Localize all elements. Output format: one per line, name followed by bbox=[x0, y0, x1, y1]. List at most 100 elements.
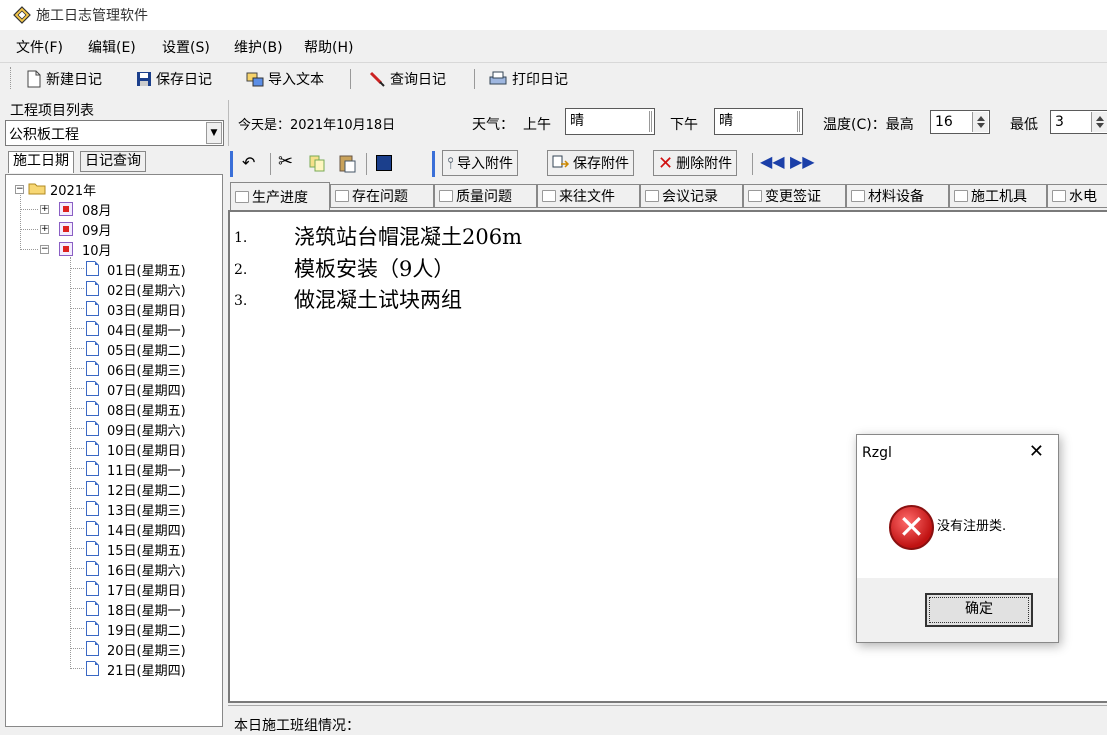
tree-day-item[interactable]: 07日(星期四) bbox=[107, 380, 186, 399]
tree-day-item[interactable]: 17日(星期日) bbox=[107, 580, 186, 599]
menu-settings[interactable]: 设置(S) bbox=[162, 37, 210, 57]
tree-day-item[interactable]: 11日(星期一) bbox=[107, 460, 186, 479]
print-diary-button[interactable]: 打印日记 bbox=[488, 69, 568, 89]
save-diary-button[interactable]: 保存日记 bbox=[136, 69, 212, 89]
tree-month-10[interactable]: 10月 bbox=[82, 240, 112, 259]
tree-day-item[interactable]: 05日(星期二) bbox=[107, 340, 186, 359]
menu-file[interactable]: 文件(F) bbox=[16, 37, 63, 57]
close-icon[interactable]: ✕ bbox=[1029, 441, 1044, 462]
tree-day-item[interactable]: 14日(星期四) bbox=[107, 520, 186, 539]
document-icon bbox=[86, 381, 99, 396]
pm-weather-value: 晴 bbox=[719, 113, 733, 129]
tree-day-item[interactable]: 02日(星期六) bbox=[107, 280, 186, 299]
menu-edit[interactable]: 编辑(E) bbox=[88, 37, 136, 57]
tree-year[interactable]: 2021年 bbox=[50, 180, 96, 199]
pm-label: 下午 bbox=[670, 117, 698, 133]
tab-meeting-records[interactable]: 会议记录 bbox=[640, 184, 743, 208]
import-attachment-label: 导入附件 bbox=[456, 156, 513, 172]
tree-connector bbox=[70, 408, 84, 409]
tab-materials-equipment[interactable]: 材料设备 bbox=[846, 184, 949, 208]
diary-header: 今天是：2021年10月18日 天气： 上午 晴 下午 晴 温度(C)：最高 1… bbox=[228, 100, 1107, 146]
tree-day-item[interactable]: 13日(星期三) bbox=[107, 500, 186, 519]
tree-connector bbox=[70, 588, 84, 589]
tree-connector bbox=[70, 268, 84, 269]
tab-existing-issues[interactable]: 存在问题 bbox=[330, 184, 434, 208]
query-diary-button[interactable]: 查询日记 bbox=[368, 69, 446, 89]
tab-page-icon bbox=[645, 190, 659, 202]
document-icon bbox=[86, 481, 99, 496]
chevron-down-icon[interactable]: ▼ bbox=[206, 122, 222, 144]
tree-day-item[interactable]: 01日(星期五) bbox=[107, 260, 186, 279]
calendar-icon bbox=[59, 202, 73, 216]
tree-day-item[interactable]: 12日(星期二) bbox=[107, 480, 186, 499]
tab-construction-date[interactable]: 施工日期 bbox=[8, 151, 74, 173]
tab-page-icon bbox=[335, 190, 349, 202]
tree-day-item[interactable]: 09日(星期六) bbox=[107, 420, 186, 439]
tree-month-08[interactable]: 08月 bbox=[82, 200, 112, 219]
tree-day-item[interactable]: 06日(星期三) bbox=[107, 360, 186, 379]
printer-icon bbox=[489, 71, 507, 85]
tree-day-item[interactable]: 04日(星期一) bbox=[107, 320, 186, 339]
save-disk-icon bbox=[137, 72, 151, 86]
picker-icon[interactable] bbox=[797, 111, 800, 132]
new-diary-button[interactable]: 新建日记 bbox=[26, 69, 102, 89]
tree-day-item[interactable]: 20日(星期三) bbox=[107, 640, 186, 659]
am-label: 上午 bbox=[523, 117, 551, 133]
tree-day-item[interactable]: 18日(星期一) bbox=[107, 600, 186, 619]
copy-icon[interactable] bbox=[308, 154, 326, 172]
tree-month-09[interactable]: 09月 bbox=[82, 220, 112, 239]
tree-day-item[interactable]: 16日(星期六) bbox=[107, 560, 186, 579]
delete-attachment-button[interactable]: ✕ 删除附件 bbox=[653, 150, 738, 176]
toolbar-divider bbox=[350, 69, 351, 89]
tab-correspondence[interactable]: 来往文件 bbox=[537, 184, 640, 208]
expand-month-icon[interactable]: + bbox=[40, 225, 49, 234]
picker-icon[interactable] bbox=[649, 111, 652, 132]
select-all-icon[interactable] bbox=[376, 155, 392, 171]
content-tabs: 生产进度 存在问题 质量问题 来往文件 会议记录 变更签证 材料设备 施工机具 … bbox=[228, 182, 1107, 210]
collapse-year-icon[interactable]: − bbox=[15, 185, 24, 194]
undo-icon[interactable]: ↶ bbox=[242, 153, 255, 172]
line-text: 模板安装（9人） bbox=[294, 257, 455, 281]
spinner-icon[interactable] bbox=[972, 112, 988, 132]
tree-day-item[interactable]: 19日(星期二) bbox=[107, 620, 186, 639]
menu-help[interactable]: 帮助(H) bbox=[304, 37, 353, 57]
temp-high-input[interactable]: 16 bbox=[930, 110, 990, 134]
dialog-message: 没有注册类. bbox=[937, 519, 1007, 534]
tab-production-progress[interactable]: 生产进度 bbox=[230, 182, 330, 210]
import-attachment-button[interactable]: ⫯ 导入附件 bbox=[442, 150, 518, 176]
tab-diary-query[interactable]: 日记查询 bbox=[80, 151, 146, 172]
tab-water-electricity[interactable]: 水电 bbox=[1047, 184, 1107, 208]
am-weather-input[interactable]: 晴 bbox=[565, 108, 655, 135]
project-select[interactable]: 公积板工程 ▼ bbox=[5, 120, 224, 146]
tree-connector bbox=[70, 608, 84, 609]
error-dialog: Rzgl ✕ ✕ 没有注册类. 确定 bbox=[856, 434, 1059, 643]
tree-connector bbox=[70, 548, 84, 549]
tree-day-item[interactable]: 03日(星期日) bbox=[107, 300, 186, 319]
title-bar: 施工日志管理软件 bbox=[0, 0, 1107, 30]
menu-maintain[interactable]: 维护(B) bbox=[234, 37, 283, 57]
tree-day-item[interactable]: 21日(星期四) bbox=[107, 660, 186, 679]
expand-month-icon[interactable]: + bbox=[40, 205, 49, 214]
pm-weather-input[interactable]: 晴 bbox=[714, 108, 803, 135]
import-text-button[interactable]: 导入文本 bbox=[246, 69, 324, 89]
collapse-month-icon[interactable]: − bbox=[40, 245, 49, 254]
calendar-icon bbox=[59, 242, 73, 256]
tree-day-item[interactable]: 08日(星期五) bbox=[107, 400, 186, 419]
temp-low-input[interactable]: 3 bbox=[1050, 110, 1107, 134]
ok-button[interactable]: 确定 bbox=[925, 593, 1033, 627]
tab-construction-machinery[interactable]: 施工机具 bbox=[949, 184, 1047, 208]
tab-quality-issues[interactable]: 质量问题 bbox=[434, 184, 537, 208]
error-icon: ✕ bbox=[889, 505, 934, 550]
tree-day-item[interactable]: 15日(星期五) bbox=[107, 540, 186, 559]
tab-label: 材料设备 bbox=[868, 189, 924, 205]
next-icon[interactable]: ▶▶ bbox=[790, 152, 815, 171]
tree-day-item[interactable]: 10日(星期日) bbox=[107, 440, 186, 459]
save-attachment-button[interactable]: 保存附件 bbox=[547, 150, 634, 176]
spinner-icon[interactable] bbox=[1091, 112, 1107, 132]
document-icon bbox=[86, 421, 99, 436]
tab-change-visa[interactable]: 变更签证 bbox=[743, 184, 846, 208]
paste-icon[interactable] bbox=[338, 153, 356, 173]
cut-icon[interactable]: ✂ bbox=[278, 151, 293, 172]
previous-icon[interactable]: ◀◀ bbox=[760, 152, 785, 171]
line-number: 3. bbox=[234, 293, 248, 309]
